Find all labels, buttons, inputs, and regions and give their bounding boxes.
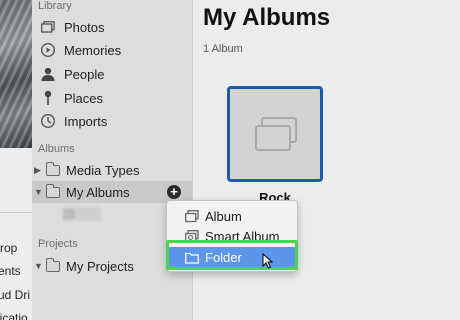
sidebar-item-people[interactable]: People (38, 63, 104, 85)
background-item-applications: licatio (0, 311, 28, 320)
mouse-pointer-icon (262, 253, 274, 269)
places-pin-icon (38, 90, 58, 106)
photos-icon (38, 19, 58, 35)
highlight-callout (166, 240, 298, 270)
disclosure-down-icon[interactable]: ▼ (34, 261, 44, 271)
background-divider (0, 212, 32, 213)
folder-icon (45, 183, 60, 198)
add-button[interactable]: + (167, 185, 181, 199)
main-content: My Albums 1 Album Rock (193, 0, 460, 320)
background-window: rop ents ud Dri licatio (0, 0, 32, 320)
background-item-drop: rop (0, 241, 18, 255)
menu-item-album[interactable]: Album (167, 206, 297, 226)
sidebar-item-label: People (64, 66, 105, 82)
memories-icon (38, 42, 58, 58)
album-stack-icon (255, 117, 297, 151)
page-title: My Albums (203, 4, 331, 31)
background-item-documents: ents (0, 264, 21, 278)
background-item-cloud-drive: ud Dri (0, 288, 31, 302)
album-icon (185, 209, 199, 223)
sidebar-item-label: Media Types (66, 162, 140, 178)
library-header: Library (38, 0, 72, 12)
disclosure-down-icon[interactable]: ▼ (34, 187, 44, 197)
imports-clock-icon (38, 113, 58, 129)
projects-header: Projects (38, 238, 78, 250)
blurred-album-item (63, 207, 101, 221)
sidebar-item-label: Places (64, 90, 104, 106)
menu-item-label: Album (205, 208, 242, 224)
sidebar-item-imports[interactable]: Imports (38, 110, 107, 132)
sidebar-item-media-types[interactable]: ▶ Media Types (34, 159, 139, 181)
album-thumbnail[interactable] (227, 86, 323, 182)
sidebar-item-memories[interactable]: Memories (38, 39, 121, 61)
sidebar-item-label: Photos (64, 19, 105, 35)
people-icon (38, 66, 58, 82)
sidebar-item-label: Imports (64, 113, 108, 129)
albums-header: Albums (38, 143, 75, 155)
sidebar-item-my-projects[interactable]: ▼ My Projects (34, 255, 134, 277)
background-photo (0, 0, 32, 148)
sidebar-item-places[interactable]: Places (38, 87, 103, 109)
folder-icon (45, 161, 60, 176)
sidebar-item-label: Memories (64, 42, 122, 58)
sidebar-item-my-albums[interactable]: ▼ My Albums (34, 181, 130, 203)
sidebar-item-photos[interactable]: Photos (38, 16, 104, 38)
album-count: 1 Album (203, 43, 243, 55)
sidebar-item-label: My Albums (66, 184, 130, 200)
sidebar: Library Photos Memories People Places Im… (32, 0, 193, 320)
folder-icon (45, 257, 60, 272)
disclosure-right-icon[interactable]: ▶ (34, 165, 44, 176)
sidebar-item-label: My Projects (66, 258, 134, 274)
